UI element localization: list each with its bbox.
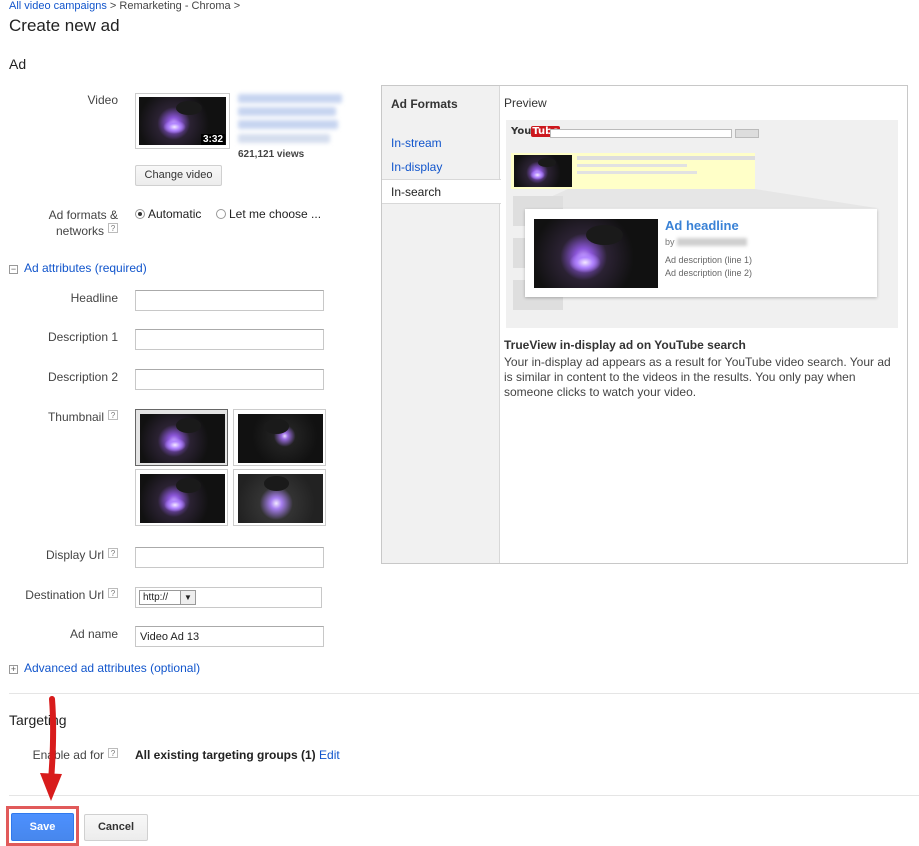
divider (9, 693, 919, 694)
video-label: Video (87, 93, 118, 107)
advanced-attributes-header[interactable]: + Advanced ad attributes (optional) (9, 661, 200, 675)
ad-preview-description-2: Ad description (line 2) (665, 268, 753, 278)
display-url-input[interactable] (135, 547, 324, 568)
tab-in-stream[interactable]: In-stream (391, 136, 442, 150)
thumbnail-option-4[interactable] (233, 469, 326, 526)
thumbnail-option-1[interactable] (135, 409, 228, 466)
tab-in-display[interactable]: In-display (391, 160, 442, 174)
ad-attributes-header[interactable]: − Ad attributes (required) (9, 261, 147, 275)
ad-preview-thumbnail (534, 219, 658, 288)
ad-format-automatic-label: Automatic (148, 207, 202, 221)
video-title-blurred (238, 134, 330, 143)
breadcrumb-campaign: Remarketing - Chroma (119, 0, 231, 12)
save-button[interactable]: Save (11, 813, 74, 841)
thumbnail-label-text: Thumbnail (47, 410, 104, 424)
display-url-label: Display Url? (20, 548, 118, 562)
video-views: 621,121 views (238, 149, 305, 160)
headline-label: Headline (70, 291, 118, 305)
ad-preview-by: by (665, 237, 748, 247)
targeting-groups-text: All existing targeting groups (1) (135, 748, 316, 762)
ad-format-automatic[interactable]: Automatic (135, 207, 201, 221)
chevron-down-icon[interactable]: ▼ (180, 591, 195, 604)
help-icon[interactable]: ? (108, 748, 118, 758)
help-icon[interactable]: ? (108, 223, 118, 233)
breadcrumb-separator: > (233, 0, 241, 12)
expand-icon[interactable]: + (9, 665, 18, 674)
thumbnail-option-3[interactable] (135, 469, 228, 526)
page-title: Create new ad (9, 16, 120, 35)
video-title-blurred (238, 94, 342, 103)
targeting-value: All existing targeting groups (1) Edit (135, 748, 340, 762)
ad-formats-label-line2: networks (55, 224, 104, 238)
destination-url-field: http:// ▼ (135, 587, 322, 608)
thumbnail-image (140, 414, 225, 463)
ad-formats-sidebar: Ad Formats In-stream In-display In-searc… (382, 86, 501, 563)
thumbnail-image (238, 474, 323, 523)
thumbnail-option-2[interactable] (233, 409, 326, 466)
video-title-blurred (238, 107, 336, 116)
ad-preview-card: Ad headline by Ad description (line 1) A… (525, 209, 877, 297)
thumbnail-image (140, 474, 225, 523)
thumbnail-image (238, 414, 323, 463)
radio-unselected-icon[interactable] (216, 209, 226, 219)
headline-input[interactable] (135, 290, 324, 311)
ad-preview-headline: Ad headline (665, 218, 739, 233)
radio-selected-icon[interactable] (135, 209, 145, 219)
help-icon[interactable]: ? (108, 548, 118, 558)
protocol-select-value: http:// (143, 592, 169, 603)
description1-input[interactable] (135, 329, 324, 350)
preview-info-title: TrueView in-display ad on YouTube search (504, 338, 746, 352)
youtube-preview: YouTube Ad headline by Ad description (l… (506, 120, 898, 328)
cancel-button[interactable]: Cancel (84, 814, 148, 841)
display-url-label-text: Display Url (45, 548, 104, 562)
ad-name-label: Ad name (69, 627, 118, 641)
destination-url-label-text: Destination Url (25, 588, 104, 602)
ad-formats-label-line1: Ad formats & (48, 208, 118, 222)
tab-in-search[interactable]: In-search (382, 179, 501, 204)
collapse-icon[interactable]: − (9, 265, 18, 274)
tab-in-search-label: In-search (391, 185, 442, 199)
description1-label: Description 1 (47, 330, 118, 344)
ad-formats-title: Ad Formats (391, 97, 458, 111)
ad-preview-channel-blurred (677, 238, 748, 246)
destination-url-label: Destination Url? (10, 588, 118, 602)
ad-format-choose-label: Let me choose ... (229, 207, 322, 221)
description2-label: Description 2 (47, 370, 118, 384)
description2-input[interactable] (135, 369, 324, 390)
ad-name-input[interactable] (135, 626, 324, 647)
help-icon[interactable]: ? (108, 410, 118, 420)
preview-title: Preview (504, 96, 547, 110)
divider (9, 795, 919, 796)
video-duration: 3:32 (200, 134, 225, 145)
thumbnail-label: Thumbnail? (20, 410, 118, 424)
protocol-select[interactable]: http:// ▼ (139, 590, 196, 605)
ad-formats-label: Ad formats & networks? (20, 207, 118, 239)
edit-targeting-link[interactable]: Edit (319, 748, 340, 762)
change-video-button[interactable]: Change video (135, 165, 222, 186)
help-icon[interactable]: ? (108, 588, 118, 598)
annotation-arrow (40, 696, 62, 801)
ad-attributes-title[interactable]: Ad attributes (required) (24, 261, 147, 275)
ad-format-let-me-choose[interactable]: Let me choose ... (216, 207, 321, 221)
section-ad-heading: Ad (9, 56, 27, 72)
breadcrumb-campaigns-link[interactable]: All video campaigns (9, 0, 107, 12)
ad-formats-label-line2-wrap: networks? (20, 223, 118, 239)
advanced-attributes-title[interactable]: Advanced ad attributes (optional) (24, 661, 200, 675)
video-thumbnail[interactable]: 3:32 (135, 93, 230, 149)
ad-preview-description-1: Ad description (line 1) (665, 255, 753, 265)
breadcrumb-separator: > (109, 0, 117, 12)
preview-panel: Ad Formats In-stream In-display In-searc… (381, 85, 908, 564)
video-title-blurred (238, 120, 338, 129)
breadcrumb: All video campaigns > Remarketing - Chro… (9, 0, 240, 12)
destination-url-input[interactable] (198, 589, 318, 606)
ad-preview-by-prefix: by (665, 237, 675, 247)
preview-info-text: Your in-display ad appears as a result f… (504, 355, 891, 399)
